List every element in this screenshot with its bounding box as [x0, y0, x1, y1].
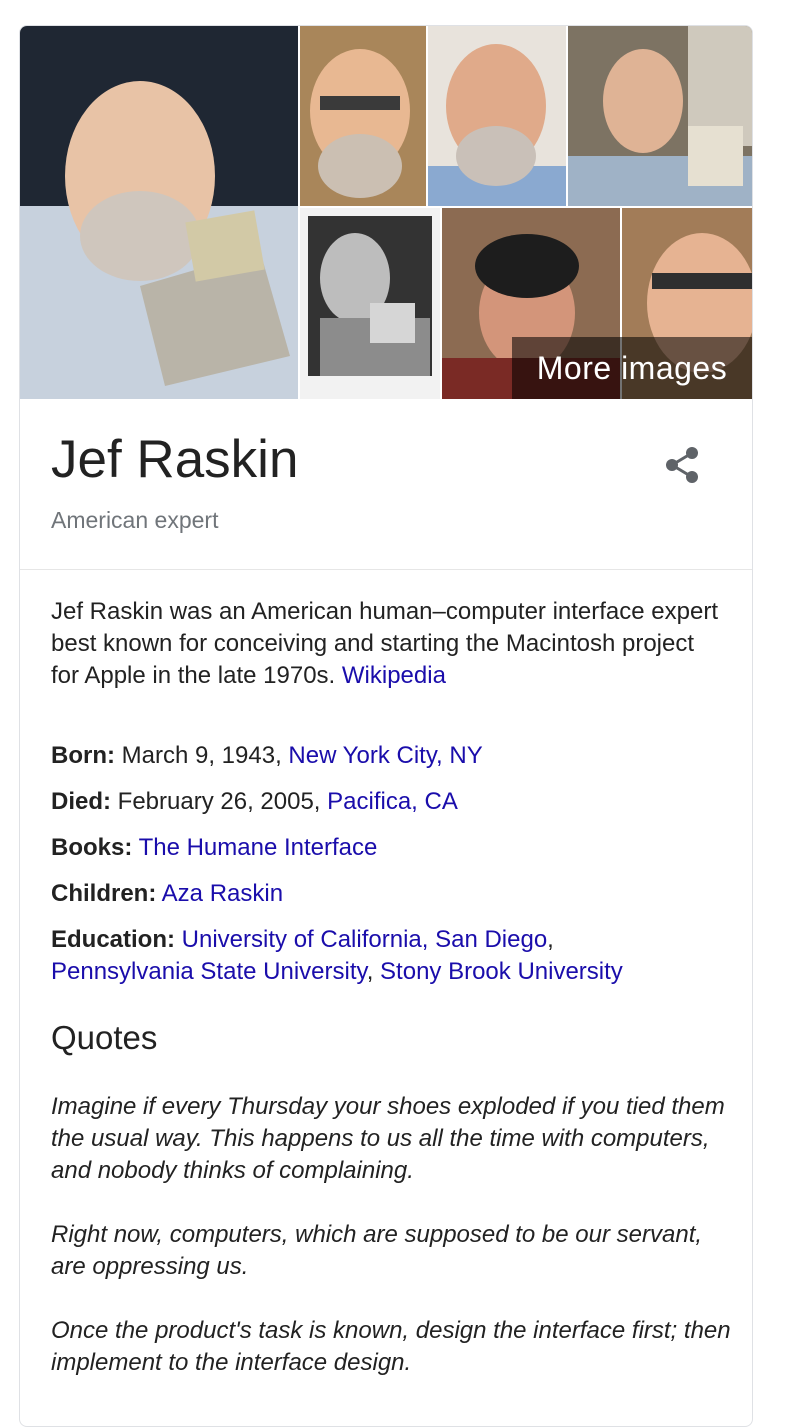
born-place-link[interactable]: New York City, NY	[288, 742, 482, 769]
fact-label: Books:	[51, 834, 133, 861]
quotes-heading: Quotes	[51, 1019, 158, 1056]
photo-5[interactable]	[300, 208, 440, 399]
wikipedia-link[interactable]: Wikipedia	[342, 662, 446, 689]
knowledge-panel: More images Jef Raskin American expert J…	[19, 25, 753, 1427]
page-title: Jef Raskin	[51, 430, 299, 489]
quotes-list: Imagine if every Thursday your shoes exp…	[51, 1091, 731, 1411]
fact-children: Children: Aza Raskin	[51, 878, 731, 910]
quote-item: Right now, computers, which are supposed…	[51, 1221, 703, 1280]
died-place-link[interactable]: Pacifica, CA	[327, 788, 458, 815]
fact-label: Children:	[51, 880, 157, 907]
fact-died: Died: February 26, 2005, Pacifica, CA	[51, 786, 731, 818]
child-link[interactable]: Aza Raskin	[162, 880, 283, 907]
education-link-stony-brook[interactable]: Stony Brook University	[380, 958, 623, 985]
more-images-button[interactable]: More images	[512, 337, 752, 399]
fact-education: Education: University of California, San…	[51, 926, 623, 985]
fact-books: Books: The Humane Interface	[51, 832, 731, 864]
share-icon[interactable]	[662, 445, 702, 485]
photo-3[interactable]	[428, 26, 566, 206]
quote-item: Imagine if every Thursday your shoes exp…	[51, 1093, 725, 1184]
fact-value: March 9, 1943,	[114, 742, 289, 769]
page-subtitle: American expert	[51, 507, 219, 533]
photo-2[interactable]	[300, 26, 426, 206]
fact-born: Born: March 9, 1943, New York City, NY	[51, 740, 731, 772]
panel-header: Jef Raskin American expert	[20, 399, 752, 570]
fact-label: Died:	[51, 788, 111, 815]
fact-label: Education:	[51, 926, 175, 953]
fact-value: February 26, 2005,	[111, 788, 328, 815]
main-photo[interactable]	[20, 26, 298, 399]
photo-4[interactable]	[568, 26, 752, 206]
more-images-label: More images	[536, 349, 728, 386]
book-link[interactable]: The Humane Interface	[139, 834, 378, 861]
facts-list: Born: March 9, 1943, New York City, NY D…	[51, 740, 731, 1002]
fact-label: Born:	[51, 742, 115, 769]
education-link-ucsd[interactable]: University of California, San Diego	[182, 926, 548, 953]
education-link-penn-state[interactable]: Pennsylvania State University	[51, 958, 367, 985]
quote-item: Once the product's task is known, design…	[51, 1317, 731, 1376]
description: Jef Raskin was an American human–compute…	[51, 596, 721, 692]
